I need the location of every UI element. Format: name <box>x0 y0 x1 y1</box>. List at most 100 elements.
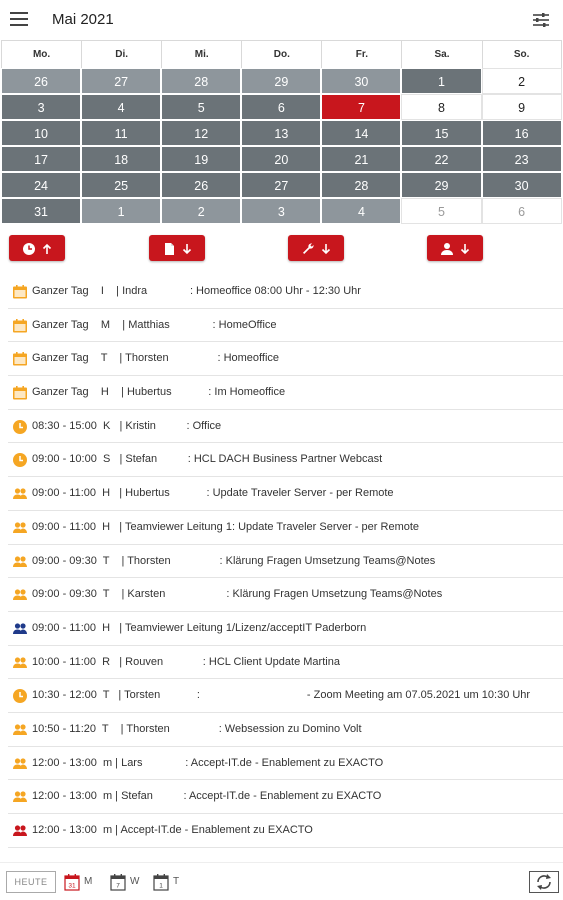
month-title: Mai 2021 <box>52 11 114 28</box>
calendar-day[interactable]: 18 <box>81 146 162 172</box>
view-week[interactable]: 7W <box>110 873 144 891</box>
calendar-day[interactable]: 15 <box>401 120 482 146</box>
calendar-day[interactable]: 22 <box>401 146 482 172</box>
calendar-day[interactable]: 12 <box>161 120 242 146</box>
action-bar <box>0 235 563 261</box>
event-text: 09:00 - 11:00 H | Hubertus : Update Trav… <box>32 487 394 500</box>
event-item[interactable]: 09:00 - 09:30 T | Thorsten : Klärung Fra… <box>8 545 563 579</box>
calendar-day[interactable]: 31 <box>1 198 82 224</box>
arrow-down-icon <box>460 243 470 254</box>
menu-icon[interactable] <box>10 12 28 28</box>
svg-text:7: 7 <box>116 883 120 890</box>
event-text: 09:00 - 11:00 H | Teamviewer Leitung 1/L… <box>32 621 367 634</box>
clock-icon <box>13 419 27 434</box>
document-icon <box>165 242 174 255</box>
event-item[interactable]: 10:00 - 11:00 R | Rouven : HCL Client Up… <box>8 646 563 680</box>
person-icon <box>441 242 453 255</box>
weekday-label: Mi. <box>161 40 242 70</box>
event-item[interactable]: Ganzer Tag T | Thorsten : Homeoffice <box>8 342 563 377</box>
event-item[interactable]: 09:00 - 11:00 H | Hubertus : Update Trav… <box>8 477 563 511</box>
calendar-day[interactable]: 29 <box>241 68 322 94</box>
calendar-day[interactable]: 29 <box>401 172 482 198</box>
calendar-day[interactable]: 28 <box>161 68 242 94</box>
calendar-day[interactable]: 26 <box>161 172 242 198</box>
calendar-day[interactable]: 11 <box>81 120 162 146</box>
event-item[interactable]: 10:30 - 12:00 T | Torsten : - Zoom Meeti… <box>8 679 563 713</box>
calendar-day[interactable]: 30 <box>481 172 562 198</box>
event-text: 12:00 - 13:00 m | Lars : Accept-IT.de - … <box>32 756 384 769</box>
today-button[interactable]: HEUTE <box>6 871 56 893</box>
calendar-day[interactable]: 3 <box>1 94 82 120</box>
people-icon <box>13 724 27 735</box>
calendar-day[interactable]: 27 <box>81 68 162 94</box>
weekday-label: So. <box>481 40 562 70</box>
calendar-day[interactable]: 20 <box>241 146 322 172</box>
calendar-day[interactable]: 2 <box>161 198 242 224</box>
clock-up-button[interactable] <box>9 235 65 261</box>
calendar-day[interactable]: 5 <box>401 198 482 224</box>
calendar-day[interactable]: 10 <box>1 120 82 146</box>
settings-sliders-icon[interactable] <box>531 10 551 30</box>
calendar-day[interactable]: 21 <box>321 146 402 172</box>
calendar-day[interactable]: 30 <box>321 68 402 94</box>
calendar-day[interactable]: 28 <box>321 172 402 198</box>
person-down-button[interactable] <box>427 235 483 261</box>
calendar-day[interactable]: 24 <box>1 172 82 198</box>
event-item[interactable]: 09:00 - 11:00 H | Teamviewer Leitung 1: … <box>8 511 563 545</box>
people-icon <box>13 623 27 634</box>
event-list: Ganzer Tag I | Indra : Homeoffice 08:00 … <box>0 275 563 848</box>
calendar-day[interactable]: 4 <box>81 94 162 120</box>
calendar-day[interactable]: 2 <box>481 68 562 94</box>
event-item[interactable]: 12:00 - 13:00 m | Stefan : Accept-IT.de … <box>8 780 563 814</box>
svg-text:31: 31 <box>68 883 76 890</box>
event-text: 10:50 - 11:20 T | Thorsten : Websession … <box>32 722 362 735</box>
calendar-day[interactable]: 26 <box>1 68 82 94</box>
arrow-down-icon <box>321 243 331 254</box>
event-item[interactable]: 09:00 - 11:00 H | Teamviewer Leitung 1/L… <box>8 612 563 646</box>
event-item[interactable]: 12:00 - 13:00 m | Accept-IT.de - Enablem… <box>8 814 563 848</box>
event-item[interactable]: 10:50 - 11:20 T | Thorsten : Websession … <box>8 713 563 747</box>
event-text: 09:00 - 10:00 S | Stefan : HCL DACH Busi… <box>32 453 383 466</box>
view-month[interactable]: 31 M <box>64 873 98 891</box>
svg-text:1: 1 <box>159 883 163 890</box>
calendar-day[interactable]: 13 <box>241 120 322 146</box>
view-label: W <box>130 876 140 887</box>
app-bar: Mai 2021 <box>0 0 563 40</box>
calendar-day[interactable]: 3 <box>241 198 322 224</box>
calendar-day[interactable]: 1 <box>401 68 482 94</box>
calendar-day[interactable]: 16 <box>481 120 562 146</box>
event-item[interactable]: 09:00 - 10:00 S | Stefan : HCL DACH Busi… <box>8 443 563 478</box>
wrench-icon <box>303 243 314 254</box>
wrench-down-button[interactable] <box>288 235 344 261</box>
event-item[interactable]: 08:30 - 15:00 K | Kristin : Office <box>8 410 563 444</box>
calendar-day[interactable]: 19 <box>161 146 242 172</box>
event-text: Ganzer Tag H | Hubertus : Im Homeoffice <box>32 386 286 399</box>
calendar-day[interactable]: 27 <box>241 172 322 198</box>
calendar-day[interactable]: 1 <box>81 198 162 224</box>
event-item[interactable]: 09:00 - 09:30 T | Karsten : Klärung Frag… <box>8 578 563 612</box>
calendar-day[interactable]: 25 <box>81 172 162 198</box>
event-text: Ganzer Tag T | Thorsten : Homeoffice <box>32 352 280 365</box>
refresh-button[interactable] <box>529 871 559 893</box>
event-item[interactable]: Ganzer Tag M | Matthias : HomeOffice <box>8 309 563 343</box>
calendar-day[interactable]: 7 <box>321 94 402 120</box>
event-item[interactable]: Ganzer Tag I | Indra : Homeoffice 08:00 … <box>8 275 563 309</box>
people-icon <box>13 488 27 500</box>
event-text: 12:00 - 13:00 m | Accept-IT.de - Enablem… <box>32 824 313 836</box>
calendar-day[interactable]: 9 <box>481 94 562 120</box>
document-down-button[interactable] <box>149 235 205 261</box>
calendar-day[interactable]: 17 <box>1 146 82 172</box>
people-icon <box>13 522 27 533</box>
event-item[interactable]: 12:00 - 13:00 m | Lars : Accept-IT.de - … <box>8 747 563 781</box>
calendar-day[interactable]: 8 <box>401 94 482 120</box>
calendar-day[interactable]: 6 <box>241 94 322 120</box>
calendar-day[interactable]: 5 <box>161 94 242 120</box>
event-item[interactable]: Ganzer Tag H | Hubertus : Im Homeoffice <box>8 376 563 410</box>
people-icon <box>13 758 27 769</box>
event-text: 12:00 - 13:00 m | Stefan : Accept-IT.de … <box>32 790 382 803</box>
calendar-day[interactable]: 6 <box>481 198 562 224</box>
calendar-day[interactable]: 14 <box>321 120 402 146</box>
calendar-day[interactable]: 23 <box>481 146 562 172</box>
calendar-day[interactable]: 4 <box>321 198 402 224</box>
view-day[interactable]: 1T <box>153 873 187 891</box>
